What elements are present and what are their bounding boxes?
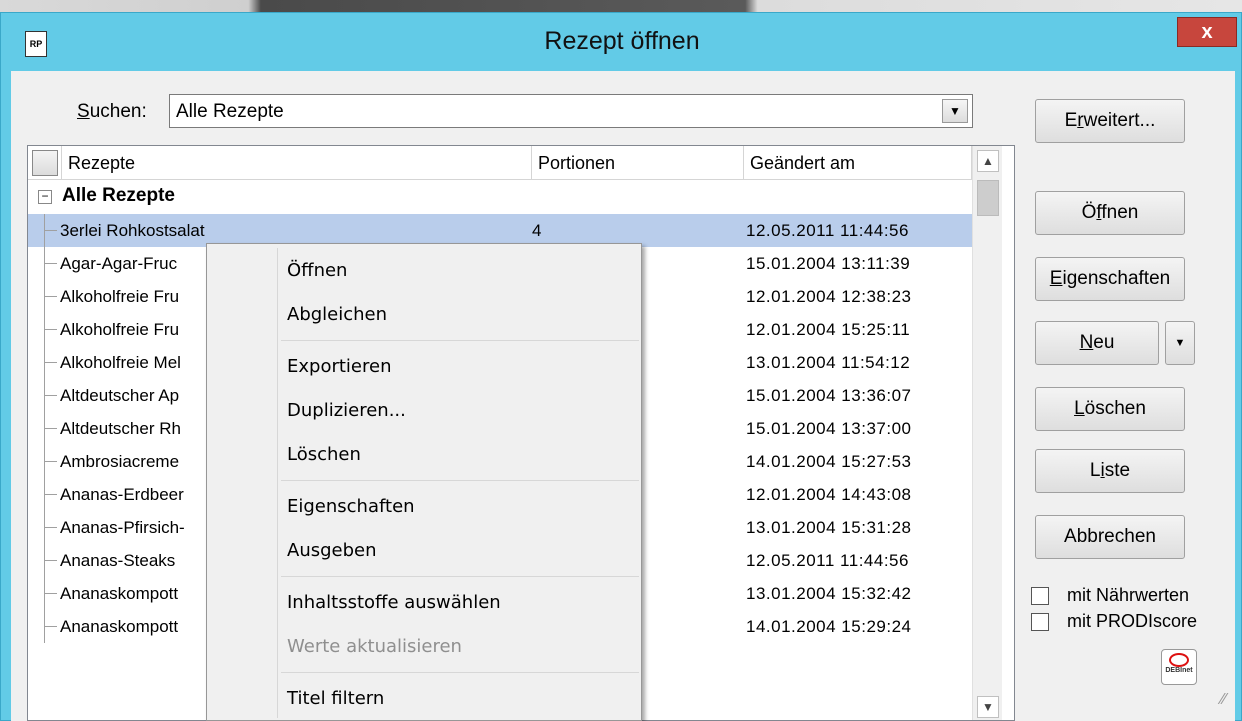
table-header: Rezepte Portionen Geändert am bbox=[28, 146, 972, 180]
close-button[interactable]: x bbox=[1177, 17, 1237, 47]
tree-line bbox=[44, 412, 57, 445]
scroll-up-icon[interactable]: ▲ bbox=[977, 150, 999, 172]
recipe-name-cell: 3erlei Rohkostsalat bbox=[60, 221, 205, 240]
new-button[interactable]: Neu bbox=[1035, 321, 1159, 365]
select-all-checkbox[interactable] bbox=[32, 150, 58, 176]
prodiscore-checkbox-label: mit PRODIscore bbox=[1067, 611, 1198, 631]
collapse-icon[interactable]: − bbox=[38, 190, 52, 204]
tree-line bbox=[44, 280, 57, 313]
geaendert-am-cell: 12.01.2004 12:38:23 bbox=[746, 287, 912, 306]
menu-item-abgleichen[interactable]: Abgleichen bbox=[287, 304, 387, 325]
menu-item-inhaltsstoffe-auswaehlen[interactable]: Inhaltsstoffe auswählen bbox=[287, 592, 501, 613]
portionen-cell: 4 bbox=[532, 221, 542, 240]
column-header-portionen[interactable]: Portionen bbox=[532, 146, 744, 180]
recipe-name-cell: Ananas-Pfirsich- bbox=[60, 518, 185, 537]
geaendert-am-cell: 12.05.2011 11:44:56 bbox=[746, 221, 909, 240]
recipe-name-cell: Ambrosiacreme bbox=[60, 452, 180, 471]
column-header-geaendert-am[interactable]: Geändert am bbox=[744, 146, 972, 180]
geaendert-am-cell: 12.05.2011 11:44:56 bbox=[746, 551, 909, 570]
tree-line bbox=[44, 478, 57, 511]
tree-line bbox=[44, 511, 57, 544]
geaendert-am-cell: 13.01.2004 15:31:28 bbox=[746, 518, 912, 537]
menu-item-oeffnen[interactable]: Öffnen bbox=[287, 260, 347, 281]
title-bar[interactable]: RP Rezept öffnen x bbox=[1, 13, 1242, 73]
recipe-name-cell: Altdeutscher Rh bbox=[60, 419, 181, 438]
debinet-logo-text: DEBInet bbox=[1165, 667, 1193, 674]
menu-item-werte-aktualisieren: Werte aktualisieren bbox=[287, 636, 462, 657]
recipe-name-cell: Agar-Agar-Fruc bbox=[60, 254, 178, 273]
geaendert-am-cell: 12.01.2004 14:43:08 bbox=[746, 485, 912, 504]
geaendert-am-cell: 14.01.2004 15:27:53 bbox=[746, 452, 912, 471]
dropdown-arrow-icon[interactable]: ▼ bbox=[942, 99, 968, 123]
menu-separator bbox=[281, 480, 639, 481]
group-row[interactable]: − Alle Rezepte bbox=[28, 180, 972, 214]
tree-line bbox=[44, 544, 57, 577]
resize-grip-icon[interactable]: ⁄⁄ bbox=[1221, 691, 1226, 709]
geaendert-am-cell: 14.01.2004 15:29:24 bbox=[746, 617, 912, 636]
menu-item-exportieren[interactable]: Exportieren bbox=[287, 356, 391, 377]
menu-separator bbox=[281, 340, 639, 341]
scroll-down-icon[interactable]: ▼ bbox=[977, 696, 999, 718]
tree-line bbox=[44, 445, 57, 478]
recipe-name-cell: Alkoholfreie Fru bbox=[60, 320, 180, 339]
delete-button[interactable]: Löschen bbox=[1035, 387, 1185, 431]
menu-item-loeschen[interactable]: Löschen bbox=[287, 444, 361, 465]
debinet-logo[interactable]: DEBInet bbox=[1161, 649, 1197, 685]
context-menu: Öffnen Abgleichen Exportieren Dupliziere… bbox=[206, 243, 642, 721]
menu-separator bbox=[281, 672, 639, 673]
tree-line bbox=[44, 346, 57, 379]
geaendert-am-cell: 15.01.2004 13:37:00 bbox=[746, 419, 912, 438]
geaendert-am-cell: 12.01.2004 15:25:11 bbox=[746, 320, 911, 339]
recipe-name-cell: Altdeutscher Ap bbox=[60, 386, 180, 405]
menu-item-duplizieren[interactable]: Duplizieren... bbox=[287, 400, 406, 421]
tree-line bbox=[44, 577, 57, 610]
menu-separator bbox=[281, 576, 639, 577]
debinet-logo-ring-icon bbox=[1169, 653, 1189, 667]
open-button[interactable]: Öffnen bbox=[1035, 191, 1185, 235]
tree-line bbox=[44, 214, 57, 247]
menu-item-titel-filtern[interactable]: Titel filtern bbox=[287, 688, 384, 709]
context-menu-gutter bbox=[277, 248, 278, 718]
prodiscore-checkbox[interactable] bbox=[1031, 613, 1049, 631]
new-dropdown-arrow-icon[interactable]: ▼ bbox=[1165, 321, 1195, 365]
vertical-scrollbar[interactable]: ▲ ▼ bbox=[972, 146, 1002, 720]
group-label: Alle Rezepte bbox=[62, 185, 175, 206]
naehrwerte-checkbox-label: mit Nährwerten bbox=[1067, 585, 1190, 605]
search-combobox[interactable]: Alle Rezepte ▼ bbox=[169, 94, 973, 128]
list-button[interactable]: Liste bbox=[1035, 449, 1185, 493]
select-all-column[interactable] bbox=[28, 146, 62, 180]
recipe-name-cell: Ananaskompott bbox=[60, 617, 179, 636]
cancel-button[interactable]: Abbrechen bbox=[1035, 515, 1185, 559]
properties-button[interactable]: Eigenschaften bbox=[1035, 257, 1185, 301]
column-header-rezepte[interactable]: Rezepte bbox=[62, 146, 532, 180]
search-label: Suchen: bbox=[77, 101, 147, 122]
naehrwerte-checkbox[interactable] bbox=[1031, 587, 1049, 605]
tree-line bbox=[44, 610, 57, 643]
recipe-name-cell: Alkoholfreie Fru bbox=[60, 287, 180, 306]
erweitert-button[interactable]: Erweitert... bbox=[1035, 99, 1185, 143]
geaendert-am-cell: 13.01.2004 11:54:12 bbox=[746, 353, 911, 372]
search-combobox-value: Alle Rezepte bbox=[176, 101, 284, 122]
tree-line bbox=[44, 379, 57, 412]
menu-item-eigenschaften[interactable]: Eigenschaften bbox=[287, 496, 415, 517]
geaendert-am-cell: 15.01.2004 13:36:07 bbox=[746, 386, 912, 405]
tree-line bbox=[44, 313, 57, 346]
menu-item-ausgeben[interactable]: Ausgeben bbox=[287, 540, 377, 561]
recipe-name-cell: Ananas-Steaks bbox=[60, 551, 176, 570]
recipe-name-cell: Ananas-Erdbeer bbox=[60, 485, 184, 504]
tree-line bbox=[44, 247, 57, 280]
recipe-name-cell: Ananaskompott bbox=[60, 584, 179, 603]
geaendert-am-cell: 13.01.2004 15:32:42 bbox=[746, 584, 912, 603]
window-title: Rezept öffnen bbox=[544, 27, 700, 55]
recipe-name-cell: Alkoholfreie Mel bbox=[60, 353, 181, 372]
scrollbar-thumb[interactable] bbox=[977, 180, 999, 216]
geaendert-am-cell: 15.01.2004 13:11:39 bbox=[746, 254, 911, 273]
